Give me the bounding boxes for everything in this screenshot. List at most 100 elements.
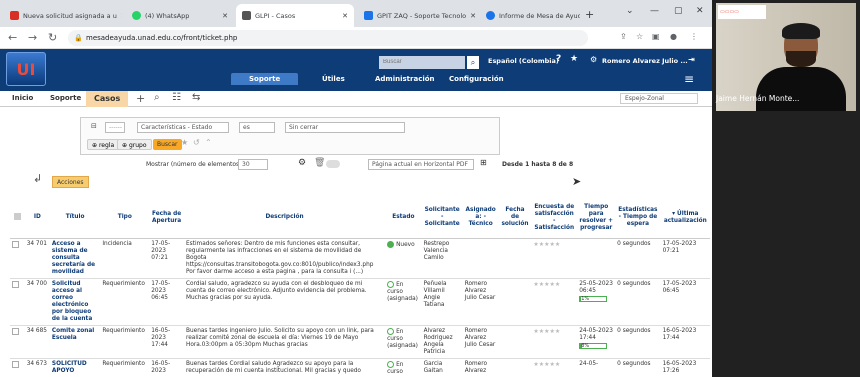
forward-button[interactable]: →	[28, 31, 37, 44]
cell-description: Buenas tardes Cordial saludo Agradezco s…	[183, 358, 386, 377]
col-technician[interactable]: Asignado a: - Técnico	[462, 198, 499, 239]
row-checkbox[interactable]	[10, 325, 25, 359]
cell-id: 34 685	[24, 325, 50, 359]
doc-icon	[364, 11, 373, 20]
settings-gear-icon[interactable]: ⚙	[298, 158, 306, 168]
hamburger-menu-icon[interactable]: ≡	[684, 72, 694, 86]
col-status[interactable]: Estado	[385, 198, 422, 239]
collapse-icon[interactable]: ⌃	[205, 138, 212, 147]
reset-icon[interactable]: ↺	[193, 138, 200, 147]
col-wait-time[interactable]: Estadísticas - Tiempo de espera	[615, 198, 661, 239]
table-row[interactable]: 34 685 Comite zonal Escuela Requerimient…	[10, 325, 710, 359]
row-checkbox[interactable]	[10, 278, 25, 326]
save-search-star-icon[interactable]: ★	[181, 138, 188, 147]
col-last-update[interactable]: ▾ Última actualización	[660, 198, 710, 239]
plus-icon: ⊕	[122, 142, 128, 149]
menu-dots-icon[interactable]: ⋮	[690, 32, 698, 41]
cell-title-link[interactable]: SOLICITUD APOYO	[49, 358, 101, 377]
table-row[interactable]: 34 673 SOLICITUD APOYO Requerimiento 16-…	[10, 358, 710, 377]
preferences-gear-icon[interactable]: ⚙	[590, 55, 597, 64]
row-checkbox[interactable]	[10, 358, 25, 377]
col-description[interactable]: Descripción	[183, 198, 386, 239]
col-id[interactable]: ID	[24, 198, 50, 239]
language-link[interactable]: Español (Colombia)	[488, 57, 559, 65]
minimize-button[interactable]: —	[650, 6, 659, 16]
col-requester[interactable]: Solicitante - Solicitante	[421, 198, 463, 239]
cell-wait: 0 segundos	[615, 238, 661, 279]
chevron-down-icon[interactable]: ⌄	[626, 6, 634, 16]
close-icon[interactable]: ✕	[466, 12, 476, 20]
tab-5[interactable]: Informe de Mesa de Ayuda - ✕	[480, 4, 580, 27]
logout-icon[interactable]: ⇥	[688, 55, 695, 64]
bookmark-star-icon[interactable]: ★	[570, 54, 578, 64]
search-icon[interactable]: ⌕	[154, 92, 160, 103]
table-row[interactable]: 34 700 Solicitud acceso al correo electr…	[10, 278, 710, 326]
maximize-button[interactable]: ▢	[674, 6, 683, 16]
menu-administracion[interactable]: Administración	[375, 75, 435, 83]
breadcrumb-home[interactable]: Inicio	[12, 94, 33, 102]
select-all-checkbox[interactable]	[10, 198, 25, 239]
user-name-link[interactable]: Romero Alvarez Julio ...	[602, 57, 688, 65]
close-window-button[interactable]: ✕	[696, 6, 704, 16]
table-row[interactable]: 34 701 Acceso a sistema de consulta secr…	[10, 238, 710, 279]
glpi-logo[interactable]: UI	[6, 52, 46, 86]
col-type[interactable]: Tipo	[100, 198, 150, 239]
share-icon[interactable]: ⇪	[620, 32, 627, 41]
glpi-header: UI ⌕ Español (Colombia) ? ★ ⚙ Romero Alv…	[0, 49, 712, 91]
menu-soporte[interactable]: Soporte	[231, 73, 299, 85]
close-icon[interactable]: ✕	[338, 12, 348, 20]
url-field[interactable]: 🔒 mesadeayuda.unad.edu.co/front/ticket.p…	[68, 30, 588, 46]
export-icon[interactable]: ⊞	[480, 158, 487, 167]
cell-title-link[interactable]: Acceso a sistema de consulta secretaría …	[49, 238, 101, 279]
row-checkbox[interactable]	[10, 238, 25, 279]
back-button[interactable]: ←	[8, 31, 17, 44]
col-satisfaction[interactable]: Encuesta de satisfacción - Satisfacción	[531, 198, 578, 239]
operator-select[interactable]: es	[239, 122, 275, 133]
menu-configuracion[interactable]: Configuración	[449, 75, 504, 83]
list-templates-icon[interactable]: ☷	[172, 92, 181, 103]
actions-button[interactable]: Acciones	[52, 176, 89, 188]
cell-status: En curso	[385, 358, 422, 377]
add-icon[interactable]: +	[136, 92, 145, 105]
star-icon[interactable]: ☆	[636, 32, 643, 41]
cell-requester: Alvarez Rodriguez Angela Patricia	[421, 325, 463, 359]
cell-title-link[interactable]: Solicitud acceso al correo electrónico p…	[49, 278, 101, 326]
kanban-icon[interactable]: ⇆	[192, 92, 200, 103]
profile-icon[interactable]: ●	[670, 32, 677, 41]
breadcrumb-cases[interactable]: Casos	[86, 91, 129, 107]
search-button[interactable]: Buscar	[153, 139, 182, 150]
col-time-to-resolve[interactable]: Tiempo para resolver + progresar	[577, 198, 616, 239]
cell-id: 34 700	[24, 278, 50, 326]
field-select[interactable]: Características - Estado	[137, 122, 229, 133]
tab-2[interactable]: (4) WhatsApp ✕	[126, 4, 234, 27]
tab-1[interactable]: Nueva solicitud asignada a u ✕	[4, 4, 122, 27]
add-group-button[interactable]: ⊕ grupo	[117, 139, 152, 150]
search-icon[interactable]: ⌕	[467, 56, 479, 69]
breadcrumb-support[interactable]: Soporte	[50, 94, 81, 102]
entity-select[interactable]: Espejo-Zonal	[620, 93, 698, 104]
cell-title-link[interactable]: Comite zonal Escuela	[49, 325, 101, 359]
cell-wait: 0 segundos	[615, 358, 661, 377]
trash-icon[interactable]: 🗑	[314, 158, 325, 168]
show-count-select[interactable]: 30	[238, 159, 268, 170]
toggle-switch[interactable]	[326, 160, 340, 168]
tab-4[interactable]: GPIT ZAQ - Soporte Tecnolo ✕	[358, 4, 476, 27]
menu-utiles[interactable]: Útiles	[322, 75, 345, 83]
close-icon[interactable]: ✕	[218, 12, 228, 20]
tab-3[interactable]: GLPI - Casos ✕	[236, 4, 354, 27]
cell-updated: 17-05-2023 06:45	[660, 278, 710, 326]
help-icon[interactable]: ?	[556, 54, 561, 64]
col-opened[interactable]: Fecha de Apertura	[149, 198, 184, 239]
add-rule-button[interactable]: ⊕ regla	[87, 139, 120, 150]
new-tab-button[interactable]: +	[585, 8, 594, 21]
col-title[interactable]: Título	[49, 198, 101, 239]
link-select[interactable]: ------	[105, 122, 125, 133]
criteria-toggle-icon[interactable]: ⊟	[91, 122, 97, 130]
reload-button[interactable]: ↻	[48, 31, 57, 44]
export-select[interactable]: Página actual en Horizontal PDF	[368, 159, 474, 170]
sidebar-icon[interactable]: ▣	[652, 32, 660, 41]
close-icon[interactable]: ✕	[117, 12, 122, 20]
search-input[interactable]	[379, 56, 465, 69]
value-select[interactable]: Sin cerrar	[285, 122, 405, 133]
col-solution-date[interactable]: Fecha de solución	[498, 198, 532, 239]
